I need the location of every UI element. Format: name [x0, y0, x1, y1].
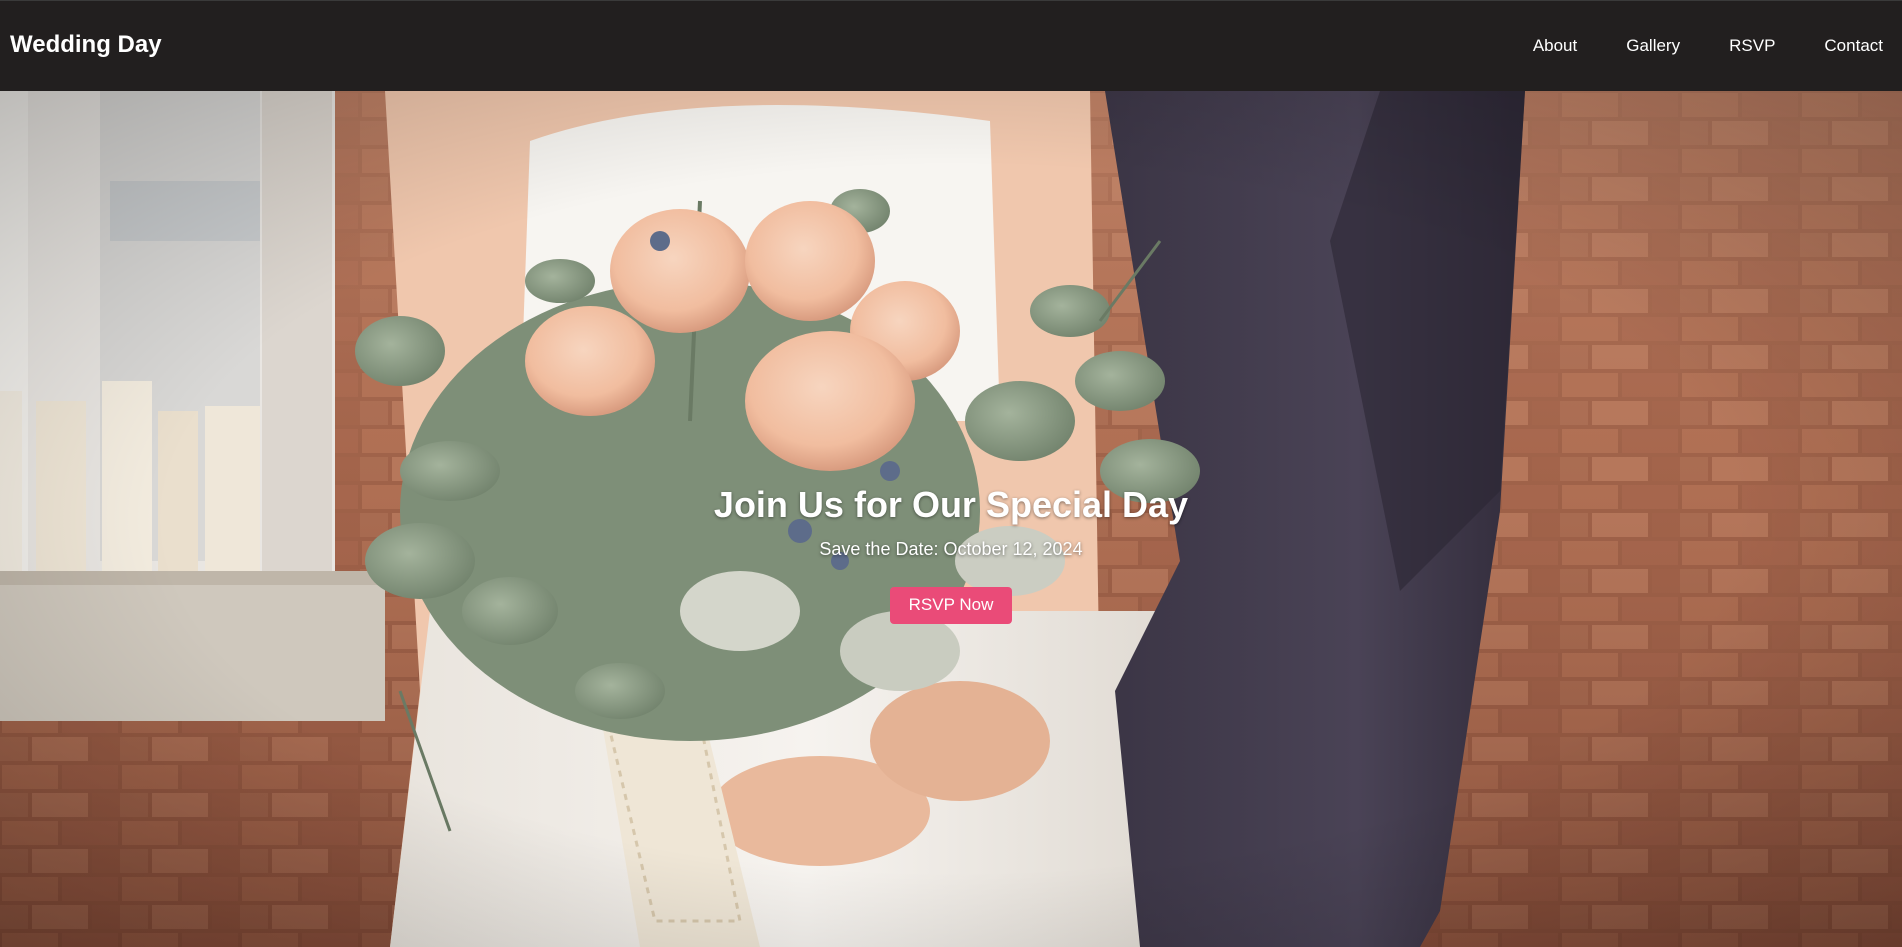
- nav-link-about[interactable]: About: [1533, 36, 1596, 56]
- page: Wedding Day About Gallery RSVP Contact J…: [0, 0, 1902, 947]
- hero-section: Join Us for Our Special Day Save the Dat…: [0, 91, 1902, 947]
- site-header: Wedding Day About Gallery RSVP Contact: [0, 0, 1902, 91]
- hero-title: Join Us for Our Special Day: [713, 484, 1189, 525]
- main-nav: About Gallery RSVP Contact: [1533, 1, 1902, 91]
- rsvp-now-button[interactable]: RSVP Now: [889, 587, 1013, 624]
- nav-link-contact[interactable]: Contact: [1794, 36, 1902, 56]
- site-logo[interactable]: Wedding Day: [10, 31, 162, 59]
- hero-subtitle: Save the Date: October 12, 2024: [819, 539, 1083, 559]
- hero-content: Join Us for Our Special Day Save the Dat…: [0, 484, 1902, 624]
- nav-link-gallery[interactable]: Gallery: [1596, 36, 1699, 56]
- nav-link-rsvp[interactable]: RSVP: [1699, 36, 1794, 56]
